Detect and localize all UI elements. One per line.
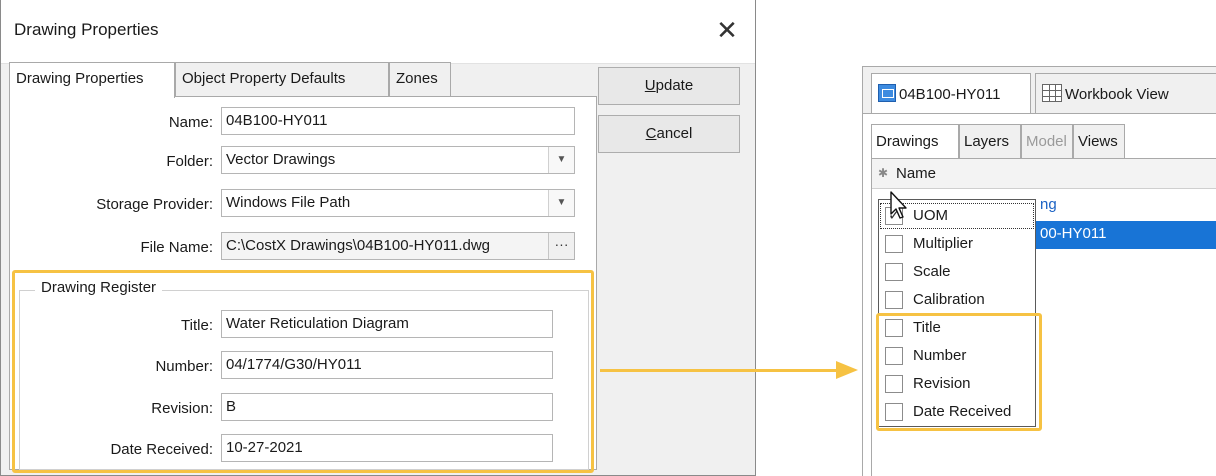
update-accelerator: U bbox=[644, 77, 656, 94]
update-label-rest: pdate bbox=[655, 77, 694, 94]
chevron-down-icon[interactable]: ▼ bbox=[548, 190, 574, 216]
close-icon[interactable]: ✕ bbox=[713, 16, 741, 44]
register-columns-highlight bbox=[876, 313, 1042, 431]
cancel-accelerator: C bbox=[645, 125, 657, 142]
drawing-icon bbox=[878, 84, 896, 102]
tab-model: Model bbox=[1021, 124, 1073, 158]
drawing-properties-dialog: Drawing Properties ✕ Drawing Properties … bbox=[0, 0, 756, 476]
storage-provider-label: Storage Provider: bbox=[96, 196, 213, 213]
multiplier-label: Multiplier bbox=[913, 235, 974, 252]
tab-views[interactable]: Views bbox=[1073, 124, 1125, 158]
doc-tab-label: 04B100-HY011 bbox=[899, 86, 1001, 103]
connector-arrow-line bbox=[600, 369, 836, 372]
file-name-value: C:\CostX Drawings\04B100-HY011.dwg bbox=[226, 237, 491, 254]
scale-label: Scale bbox=[913, 263, 951, 280]
tab-workbook-view[interactable]: Workbook View bbox=[1035, 73, 1216, 113]
name-value: 04B100-HY011 bbox=[226, 112, 328, 129]
tab-drawings[interactable]: Drawings bbox=[871, 124, 959, 158]
browse-button[interactable]: ··· bbox=[548, 233, 574, 259]
tab-layers[interactable]: Layers bbox=[959, 124, 1021, 158]
folder-label: Folder: bbox=[166, 153, 213, 170]
cancel-label-rest: ancel bbox=[656, 125, 693, 142]
tab-object-property-defaults[interactable]: Object Property Defaults bbox=[175, 62, 389, 96]
column-option-calibration[interactable]: Calibration bbox=[879, 286, 1035, 314]
calibration-checkbox[interactable] bbox=[885, 291, 903, 309]
mouse-cursor-icon bbox=[890, 191, 907, 219]
multiplier-checkbox[interactable] bbox=[885, 235, 903, 253]
scale-checkbox[interactable] bbox=[885, 263, 903, 281]
grid-header: ✱ Name bbox=[872, 159, 1216, 189]
name-field[interactable]: 04B100-HY011 bbox=[221, 107, 575, 135]
file-name-field[interactable]: C:\CostX Drawings\04B100-HY011.dwg ··· bbox=[221, 232, 575, 260]
drawing-register-highlight bbox=[12, 270, 594, 473]
column-option-multiplier[interactable]: Multiplier bbox=[879, 230, 1035, 258]
workbook-tab-label: Workbook View bbox=[1065, 86, 1169, 103]
update-button[interactable]: Update bbox=[598, 67, 740, 105]
connector-arrow-head bbox=[836, 361, 858, 379]
column-option-scale[interactable]: Scale bbox=[879, 258, 1035, 286]
name-label: Name: bbox=[168, 114, 213, 131]
storage-provider-value: Windows File Path bbox=[226, 194, 351, 211]
folder-value: Vector Drawings bbox=[226, 151, 336, 168]
tab-drawing-properties[interactable]: Drawing Properties bbox=[9, 62, 175, 98]
dialog-title: Drawing Properties bbox=[14, 20, 159, 39]
file-name-label: File Name: bbox=[140, 239, 213, 256]
chevron-down-icon[interactable]: ▼ bbox=[548, 147, 574, 173]
tab-zones[interactable]: Zones bbox=[389, 62, 451, 96]
column-chooser-icon[interactable]: ✱ bbox=[878, 166, 888, 180]
calibration-label: Calibration bbox=[913, 291, 985, 308]
uom-label: UOM bbox=[913, 207, 948, 224]
storage-provider-select[interactable]: Windows File Path ▼ bbox=[221, 189, 575, 217]
folder-select[interactable]: Vector Drawings ▼ bbox=[221, 146, 575, 174]
folder-row-label[interactable]: ng bbox=[1040, 196, 1057, 213]
grid-icon bbox=[1042, 84, 1062, 102]
selected-drawing-row[interactable]: 00-HY011 bbox=[1032, 221, 1216, 249]
tab-drawing-document[interactable]: 04B100-HY011 bbox=[871, 73, 1031, 113]
cancel-button[interactable]: Cancel bbox=[598, 115, 740, 153]
dialog-titlebar: Drawing Properties ✕ bbox=[1, 0, 755, 64]
name-column-header[interactable]: Name bbox=[896, 165, 936, 182]
